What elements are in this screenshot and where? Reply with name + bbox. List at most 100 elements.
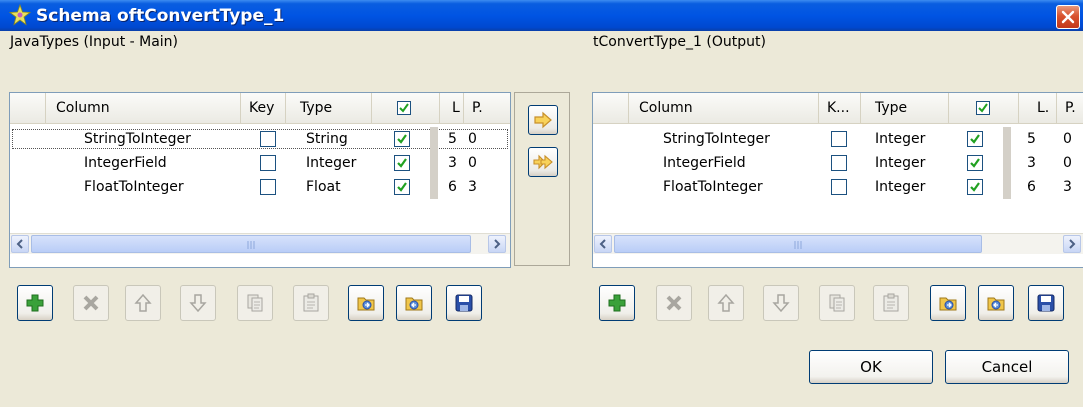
table-row[interactable]: StringToInteger String 5 0 [10,127,510,151]
cell-type[interactable]: Integer [306,151,372,175]
add-column-button[interactable] [17,285,53,321]
cell-length[interactable]: 6 [448,175,462,199]
table-row[interactable]: IntegerField Integer 3 0 [593,151,1083,175]
cell-precision[interactable]: 0 [468,151,488,175]
cell-column[interactable]: IntegerField [84,151,239,175]
check-icon [397,158,407,168]
nullable-checkbox[interactable] [394,131,410,147]
cell-precision[interactable]: 0 [1063,127,1079,151]
key-checkbox[interactable] [831,131,847,147]
remove-column-button[interactable] [656,285,692,321]
double-arrow-right-icon [533,154,553,170]
add-column-button[interactable] [599,285,635,321]
move-down-button[interactable] [763,285,799,321]
nullable-checkbox[interactable] [967,131,983,147]
chevron-left-icon [16,239,23,249]
cell-type[interactable]: Integer [875,175,945,199]
window-title: Schema oftConvertType_1 [36,6,285,26]
cell-precision[interactable]: 3 [1063,175,1079,199]
copy-button[interactable] [819,285,855,321]
scroll-thumb[interactable] [614,235,982,253]
move-up-button[interactable] [125,285,161,321]
cell-column[interactable]: IntegerField [663,151,818,175]
table-row[interactable]: IntegerField Integer 3 0 [10,151,510,175]
nullable-checkbox[interactable] [394,155,410,171]
remove-icon [666,295,682,311]
header-length[interactable]: L [440,93,464,123]
cell-separator [430,175,438,199]
input-schema-table[interactable]: Column Key Type L P. StringToInteger Str… [9,92,511,268]
table-row[interactable]: StringToInteger Integer 5 0 [593,127,1083,151]
cell-type[interactable]: String [306,127,372,151]
cell-precision[interactable]: 0 [1063,151,1079,175]
move-down-button[interactable] [180,285,216,321]
export-schema-button[interactable] [978,285,1014,321]
cell-column[interactable]: StringToInteger [663,127,818,151]
key-checkbox[interactable] [260,131,276,147]
export-schema-button[interactable] [396,285,432,321]
import-schema-button[interactable] [930,285,966,321]
nullable-checkbox[interactable] [967,179,983,195]
table-row[interactable]: FloatToInteger Float 6 3 [10,175,510,199]
remove-column-button[interactable] [73,285,109,321]
cancel-button[interactable]: Cancel [945,350,1069,384]
cell-column[interactable]: FloatToInteger [84,175,239,199]
save-schema-button[interactable] [1028,285,1064,321]
header-nullable[interactable] [949,93,1019,123]
move-up-icon [717,293,735,312]
header-column[interactable]: Column [629,93,819,123]
cell-precision[interactable]: 0 [468,127,488,151]
ok-button[interactable]: OK [809,350,933,384]
key-checkbox[interactable] [831,179,847,195]
cell-length[interactable]: 6 [1027,175,1041,199]
grip-icon [247,241,255,249]
scroll-thumb[interactable] [31,235,471,253]
move-up-button[interactable] [708,285,744,321]
cell-separator [430,127,438,151]
header-precision[interactable]: P. [1057,93,1083,123]
key-checkbox[interactable] [260,179,276,195]
paste-button[interactable] [873,285,909,321]
title-bar[interactable]: Schema oftConvertType_1 [0,0,1083,31]
header-type[interactable]: Type [861,93,949,123]
close-button[interactable] [1056,5,1080,29]
header-nullable[interactable] [372,93,440,123]
nullable-checkbox[interactable] [394,179,410,195]
cell-length[interactable]: 3 [448,151,462,175]
cell-column[interactable]: FloatToInteger [663,175,818,199]
header-length[interactable]: L. [1019,93,1057,123]
scroll-right-button[interactable] [488,235,506,253]
cell-type[interactable]: Integer [875,127,945,151]
header-key[interactable]: Key [241,93,286,123]
scroll-left-button[interactable] [11,235,29,253]
copy-button[interactable] [237,285,273,321]
header-column[interactable]: Column [46,93,241,123]
cell-length[interactable]: 3 [1027,151,1041,175]
header-type[interactable]: Type [286,93,372,123]
scroll-right-button[interactable] [1063,235,1081,253]
cell-length[interactable]: 5 [1027,127,1041,151]
cell-type[interactable]: Integer [875,151,945,175]
cell-precision[interactable]: 3 [468,175,488,199]
header-key[interactable]: K... [819,93,861,123]
cell-type[interactable]: Float [306,175,372,199]
copy-selected-button[interactable] [528,105,558,135]
save-schema-button[interactable] [446,285,482,321]
scroll-left-button[interactable] [594,235,612,253]
horizontal-scrollbar[interactable] [10,233,510,254]
header-precision[interactable]: P. [464,93,510,123]
nullable-checkbox[interactable] [967,155,983,171]
output-schema-table[interactable]: Column K... Type L. P. StringToInteger I… [592,92,1083,268]
cell-column[interactable]: StringToInteger [84,127,239,151]
import-schema-button[interactable] [348,285,384,321]
schema-dialog: Schema oftConvertType_1 JavaTypes (Input… [0,0,1083,407]
remove-icon [83,295,99,311]
table-row[interactable]: FloatToInteger Integer 6 3 [593,175,1083,199]
horizontal-scrollbar[interactable] [593,233,1083,254]
paste-button[interactable] [293,285,329,321]
cell-length[interactable]: 5 [448,127,462,151]
key-checkbox[interactable] [260,155,276,171]
copy-all-button[interactable] [528,147,558,177]
import-icon [939,297,957,311]
key-checkbox[interactable] [831,155,847,171]
